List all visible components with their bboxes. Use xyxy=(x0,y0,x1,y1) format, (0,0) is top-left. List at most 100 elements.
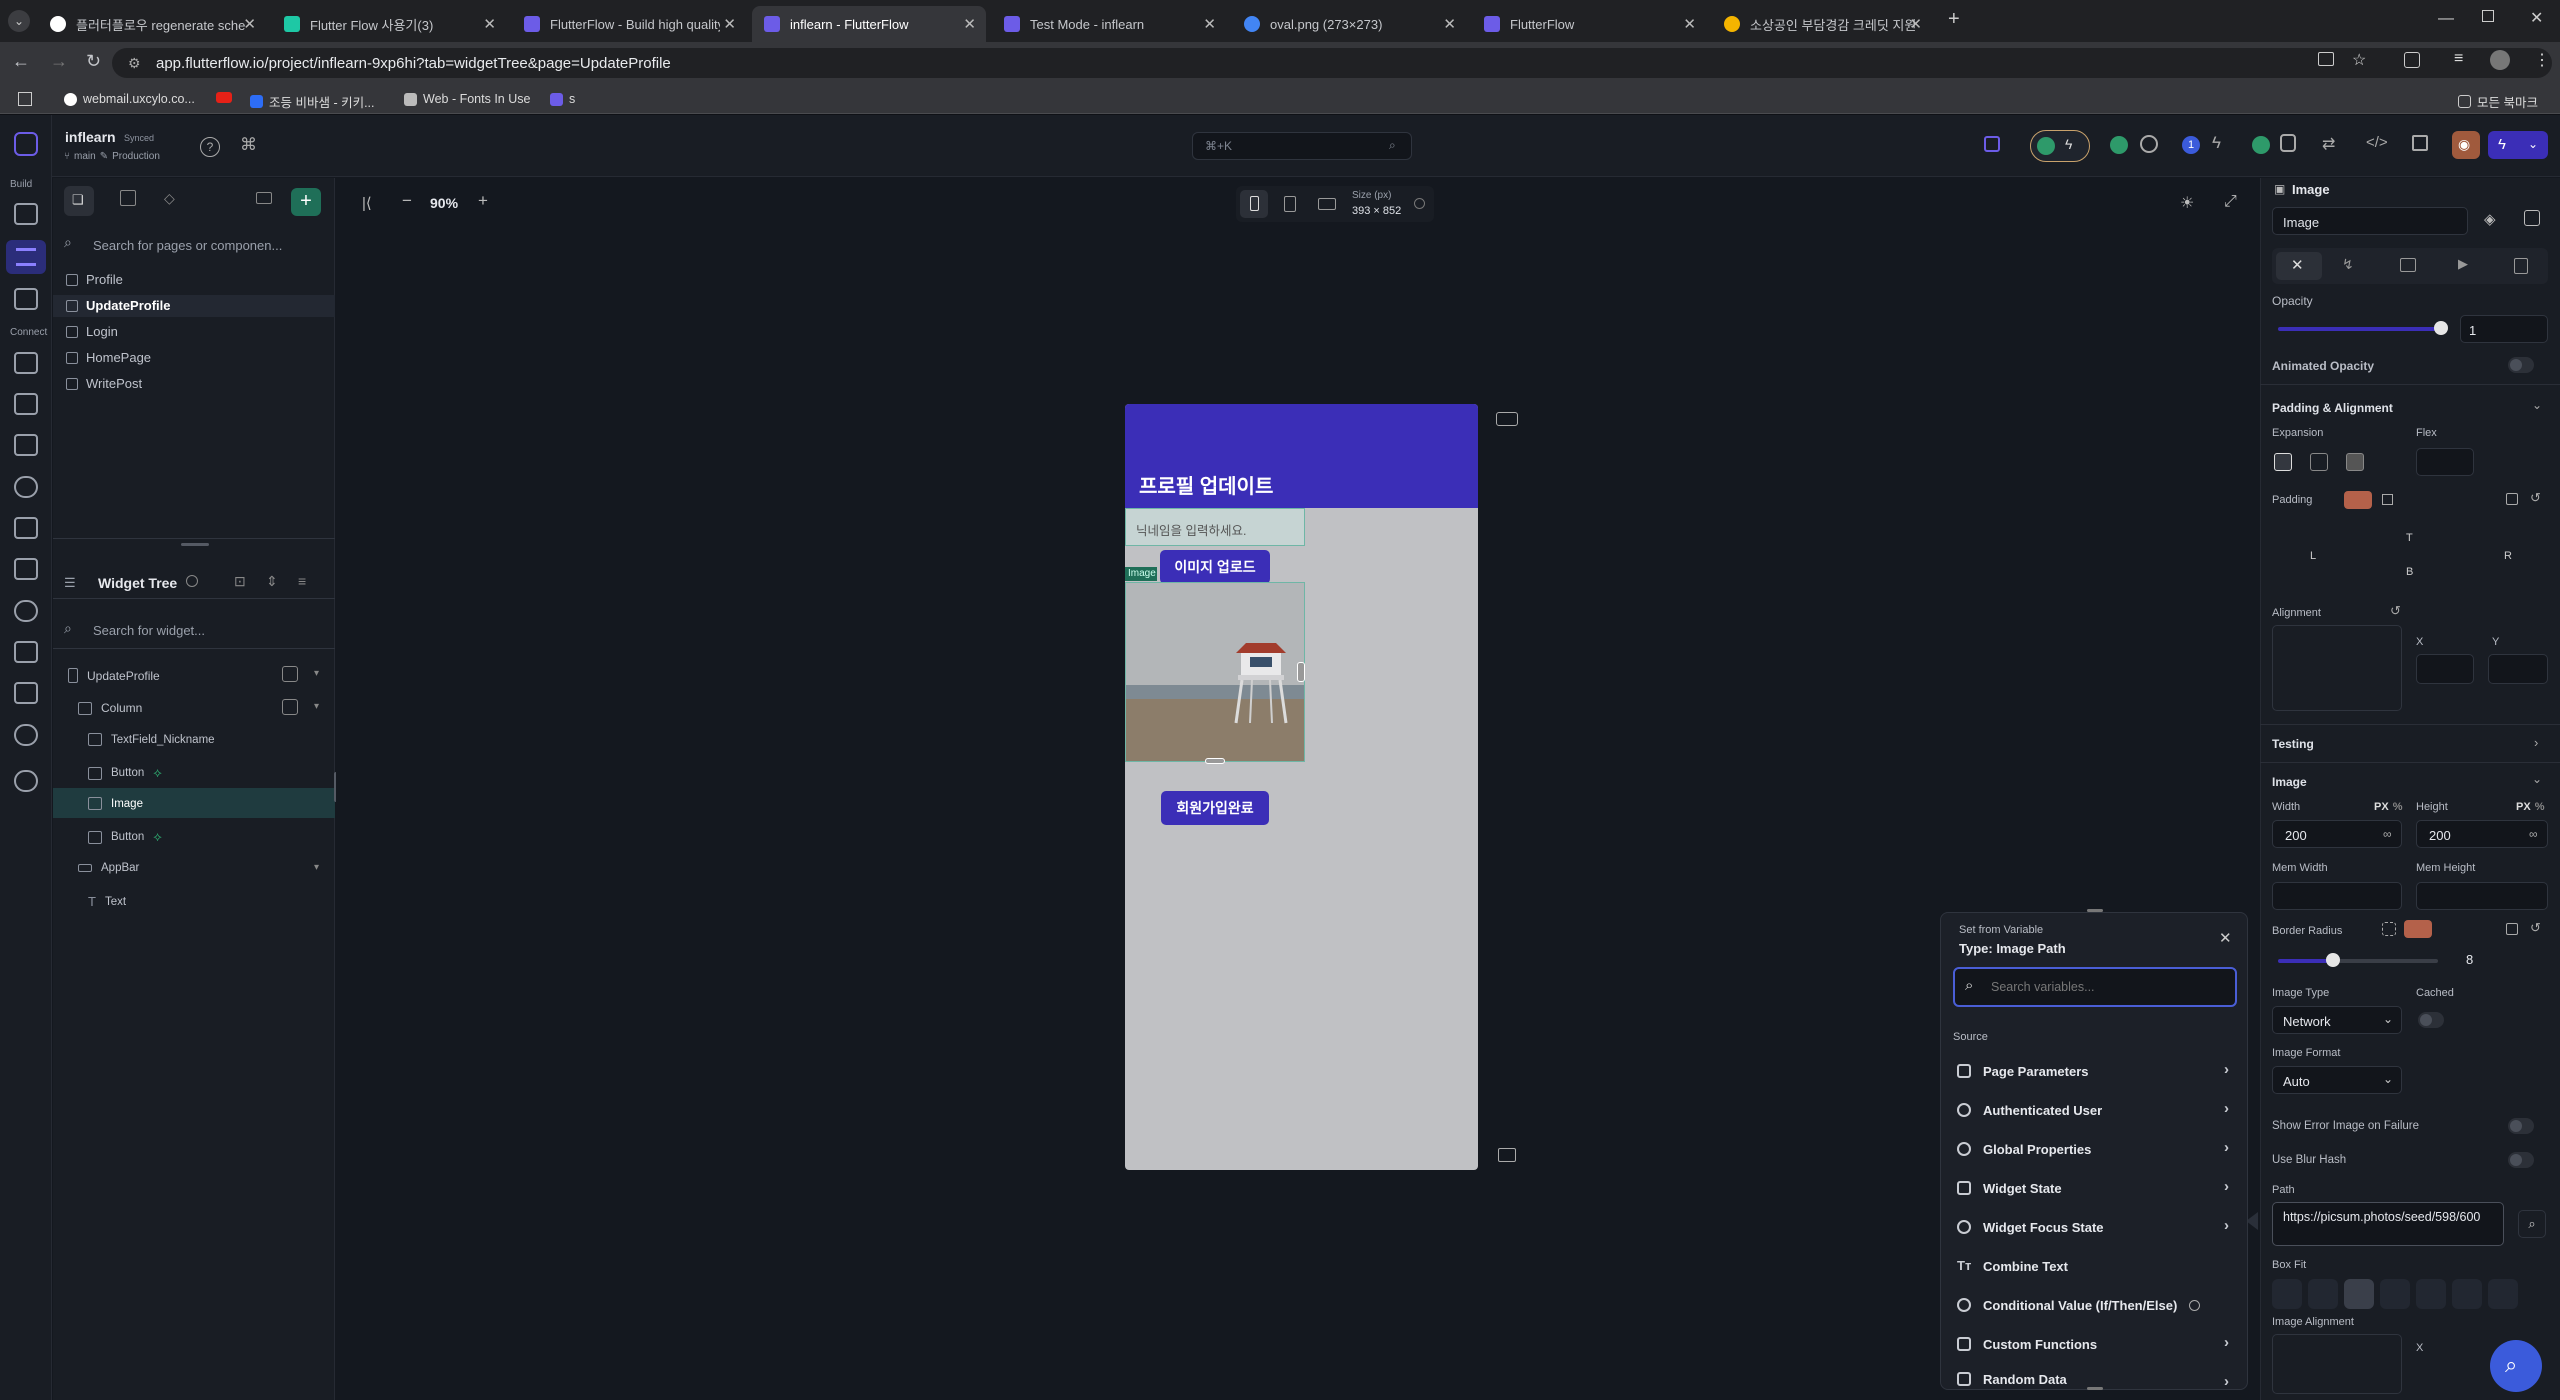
image-format-select[interactable]: Auto ⌄ xyxy=(2272,1066,2402,1094)
users-icon[interactable] xyxy=(14,476,38,498)
opacity-input[interactable]: 1 xyxy=(2460,315,2548,343)
widget-name-input[interactable]: Image xyxy=(2272,207,2468,235)
expansion-default-icon[interactable] xyxy=(2274,453,2292,471)
source-page-parameters[interactable]: Page Parameters › xyxy=(1957,1057,2237,1085)
preview-image[interactable] xyxy=(1125,582,1305,762)
browser-tab[interactable]: 소상공인 부담경감 크레딧 지원 ✕ xyxy=(1712,6,1932,42)
page-item-login[interactable]: Login xyxy=(66,324,118,339)
browser-tab[interactable]: oval.png (273×273) ✕ xyxy=(1232,6,1466,42)
project-name[interactable]: inflearn xyxy=(65,129,116,145)
add-widget-icon[interactable] xyxy=(2524,210,2540,226)
open-external-icon[interactable] xyxy=(2412,135,2428,151)
bookmark-item[interactable]: webmail.uxcylo.co... xyxy=(64,92,195,106)
forward-arrow-icon[interactable]: → xyxy=(50,51,68,72)
browser-tab-active[interactable]: inflearn - FlutterFlow ✕ xyxy=(752,6,986,42)
help-icon[interactable]: ? xyxy=(200,137,220,157)
px-option[interactable]: PX xyxy=(2516,801,2531,813)
widget-search-input[interactable]: Search for widget... xyxy=(93,623,205,638)
pages-tab[interactable]: ❏ xyxy=(64,186,94,216)
tab-actions-icon[interactable]: ▶ xyxy=(2458,256,2468,272)
agents-icon[interactable] xyxy=(14,641,38,663)
source-global-properties[interactable]: Global Properties › xyxy=(1957,1135,2237,1163)
close-icon[interactable]: ✕ xyxy=(1443,15,1456,33)
source-widget-state[interactable]: Widget State › xyxy=(1957,1174,2237,1202)
schema-icon[interactable] xyxy=(14,393,38,415)
chevron-down-icon[interactable]: ⌄ xyxy=(2532,398,2542,412)
install-icon[interactable] xyxy=(2318,52,2334,66)
tree-item-image[interactable]: Image xyxy=(88,797,143,810)
signup-complete-button[interactable]: 회원가입완료 xyxy=(1161,791,1269,825)
add-child-icon[interactable] xyxy=(282,699,298,715)
browser-tab[interactable]: Flutter Flow 사용기(3) ✕ xyxy=(272,6,506,42)
boxfit-scaledown-icon[interactable] xyxy=(2488,1279,2518,1309)
image-section-header[interactable]: Image xyxy=(2272,775,2307,789)
api-icon[interactable] xyxy=(14,434,38,456)
mem-height-input[interactable] xyxy=(2416,882,2548,910)
minimize-icon[interactable]: — xyxy=(2438,10,2454,28)
padding-uniform-toggle[interactable] xyxy=(2344,491,2372,509)
fullscreen-icon[interactable]: ⤢ xyxy=(2224,193,2237,211)
command-search-input[interactable]: ⌘+K ⌕ xyxy=(1192,132,1412,160)
page-item-homepage[interactable]: HomePage xyxy=(66,350,151,365)
phone-preview[interactable]: 프로필 업데이트 닉네임을 입력하세요. 이미지 업로드 Image 회원가입완… xyxy=(1125,404,1478,1170)
help-chat-button[interactable]: ⌕ xyxy=(2490,1340,2542,1392)
upload-image-button[interactable]: 이미지 업로드 xyxy=(1160,550,1270,584)
extensions-icon[interactable] xyxy=(2404,52,2420,68)
alignment-grid[interactable] xyxy=(2272,625,2402,711)
database-icon[interactable] xyxy=(14,352,38,374)
chat-icon[interactable] xyxy=(2140,135,2158,153)
border-radius-value[interactable]: 8 xyxy=(2466,952,2473,967)
theme-icon[interactable] xyxy=(14,724,38,746)
share-icon[interactable]: ⇄ xyxy=(2322,134,2335,154)
px-option[interactable]: PX xyxy=(2374,801,2389,813)
appbar-title[interactable]: 프로필 업데이트 xyxy=(1139,470,1273,499)
path-search-icon[interactable]: ⌕ xyxy=(2518,1210,2546,1238)
tree-item-button[interactable]: Button ⟡ xyxy=(88,829,162,845)
reset-icon[interactable]: ↺ xyxy=(2390,603,2401,619)
boxfit-fitwidth-icon[interactable] xyxy=(2452,1279,2482,1309)
show-error-toggle[interactable] xyxy=(2508,1118,2534,1134)
widget-tree-nav-active[interactable] xyxy=(6,240,46,274)
close-icon[interactable]: ✕ xyxy=(1909,15,1922,33)
preview-device-icon[interactable] xyxy=(1498,1148,1516,1162)
components-tab-icon[interactable] xyxy=(120,190,136,206)
test-mode-toggle[interactable]: ϟ xyxy=(2030,130,2090,162)
expand-icon[interactable]: ⇕ xyxy=(266,573,278,590)
close-icon[interactable]: ✕ xyxy=(723,15,736,33)
phone-device-button[interactable] xyxy=(1240,190,1268,218)
copy-icon[interactable] xyxy=(2506,493,2518,505)
image-type-select[interactable]: Network ⌄ xyxy=(2272,1006,2402,1034)
custom-code-icon[interactable] xyxy=(14,558,38,580)
bookmark-item[interactable]: s xyxy=(550,92,575,106)
tablet-icon[interactable] xyxy=(1284,196,1296,212)
height-input[interactable]: 200 ∞ xyxy=(2416,820,2548,848)
align-y-input[interactable] xyxy=(2488,654,2548,684)
integrations-icon[interactable] xyxy=(14,682,38,704)
variable-search-input[interactable]: ⌕ Search variables... xyxy=(1953,967,2237,1007)
tree-item-appbar[interactable]: AppBar xyxy=(78,862,139,874)
tree-item-column[interactable]: Column xyxy=(78,701,142,715)
page-item-writepost[interactable]: WritePost xyxy=(66,376,142,391)
page-item-profile[interactable]: Profile xyxy=(66,272,123,287)
star-bookmark-icon[interactable]: ☆ xyxy=(2352,50,2366,70)
cloud-icon[interactable] xyxy=(14,600,38,622)
copy-icon[interactable] xyxy=(2506,923,2518,935)
page-search-input[interactable]: Search for pages or componen... xyxy=(93,238,282,253)
expansion-expanded-icon[interactable] xyxy=(2346,453,2364,471)
source-combine-text[interactable]: Tт Combine Text xyxy=(1957,1252,2237,1280)
expansion-flexible-icon[interactable] xyxy=(2310,453,2328,471)
source-conditional-value[interactable]: Conditional Value (If/Then/Else) xyxy=(1957,1291,2237,1319)
boxfit-fitheight-icon[interactable] xyxy=(2416,1279,2446,1309)
build-check-icon[interactable] xyxy=(2252,136,2270,154)
reset-icon[interactable]: ↺ xyxy=(2530,920,2541,936)
page-item-updateprofile[interactable]: UpdateProfile xyxy=(66,298,171,313)
browser-tab[interactable]: Test Mode - inflearn ✕ xyxy=(992,6,1226,42)
boxfit-fill-icon[interactable] xyxy=(2380,1279,2410,1309)
docs-book-icon[interactable] xyxy=(1984,136,2000,152)
browser-tab[interactable]: FlutterFlow ✕ xyxy=(1472,6,1706,42)
bookmark-item[interactable]: 조등 비바샘 - 키키... xyxy=(250,92,375,111)
zoom-out-button[interactable]: − xyxy=(402,191,412,211)
drag-handle[interactable] xyxy=(2087,1387,2103,1390)
opacity-slider-track[interactable] xyxy=(2278,327,2440,331)
boxfit-cover-icon[interactable] xyxy=(2344,1279,2374,1309)
